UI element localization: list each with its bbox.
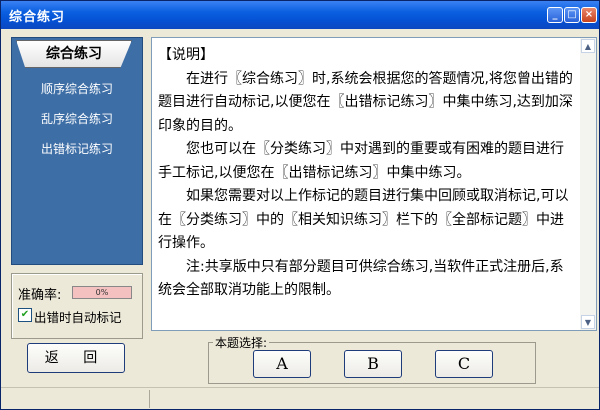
answer-c-button[interactable]: C bbox=[435, 350, 493, 378]
accuracy-progress-bar: 0% bbox=[72, 286, 132, 299]
auto-mark-label[interactable]: 出错时自动标记 bbox=[34, 307, 122, 326]
scroll-up-icon[interactable]: ▲ bbox=[581, 39, 595, 53]
nav-item-sequential[interactable]: 顺序综合练习 bbox=[12, 80, 142, 97]
scroll-down-icon[interactable]: ▼ bbox=[581, 315, 595, 329]
instructions-paragraph: 您也可以在〖分类练习〗中对遇到的重要或有困难的题目进行手工标记,以便您在〖出错标… bbox=[158, 141, 564, 181]
accuracy-value: 0% bbox=[95, 288, 109, 297]
auto-mark-checkbox[interactable]: ✔ bbox=[18, 308, 32, 322]
answer-select-group: 本题选择: A B C bbox=[208, 334, 536, 384]
status-divider bbox=[149, 390, 150, 408]
accuracy-box: 准确率: 0% ✔ 出错时自动标记 bbox=[11, 273, 143, 339]
instructions-paragraph: 注:共享版中只有部分题目可供综合练习,当软件正式注册后,系统会全部取消功能上的限… bbox=[158, 258, 564, 299]
close-button[interactable]: × bbox=[581, 7, 597, 23]
window-title: 综合练习 bbox=[9, 10, 66, 25]
nav-panel: 综合练习 顺序综合练习 乱序综合练习 出错标记练习 bbox=[11, 37, 143, 265]
nav-item-error-marked[interactable]: 出错标记练习 bbox=[12, 140, 142, 157]
answer-select-label: 本题选择: bbox=[213, 334, 270, 351]
status-bar bbox=[1, 387, 599, 410]
minimize-button[interactable]: _ bbox=[547, 7, 563, 23]
accuracy-label: 准确率: bbox=[18, 288, 62, 303]
instructions-text: 【说明】 在进行〖综合练习〗时,系统会根据您的答题情况,将您曾出错的题目进行自动… bbox=[158, 44, 574, 303]
answer-b-button[interactable]: B bbox=[344, 350, 402, 378]
instructions-paragraph: 在进行〖综合练习〗时,系统会根据您的答题情况,将您曾出错的题目进行自动标记,以便… bbox=[158, 70, 573, 134]
nav-item-random[interactable]: 乱序综合练习 bbox=[12, 110, 142, 127]
vertical-scrollbar[interactable]: ▲ ▼ bbox=[580, 38, 596, 330]
title-bar[interactable]: 综合练习 _ □ × bbox=[1, 1, 599, 29]
answer-a-button[interactable]: A bbox=[253, 350, 311, 378]
instructions-heading: 【说明】 bbox=[158, 47, 214, 63]
instructions-panel: 【说明】 在进行〖综合练习〗时,系统会根据您的答题情况,将您曾出错的题目进行自动… bbox=[151, 37, 597, 331]
app-window: 综合练习 _ □ × 综合练习 顺序综合练习 乱序综合练习 出错标记练习 准确率… bbox=[0, 0, 600, 410]
maximize-button[interactable]: □ bbox=[564, 7, 580, 23]
tab-comprehensive-practice[interactable]: 综合练习 bbox=[16, 40, 132, 68]
back-button[interactable]: 返 回 bbox=[27, 343, 125, 373]
instructions-paragraph: 如果您需要对以上作标记的题目进行集中回顾或取消标记,可以在〖分类练习〗中的〖相关… bbox=[158, 188, 569, 251]
